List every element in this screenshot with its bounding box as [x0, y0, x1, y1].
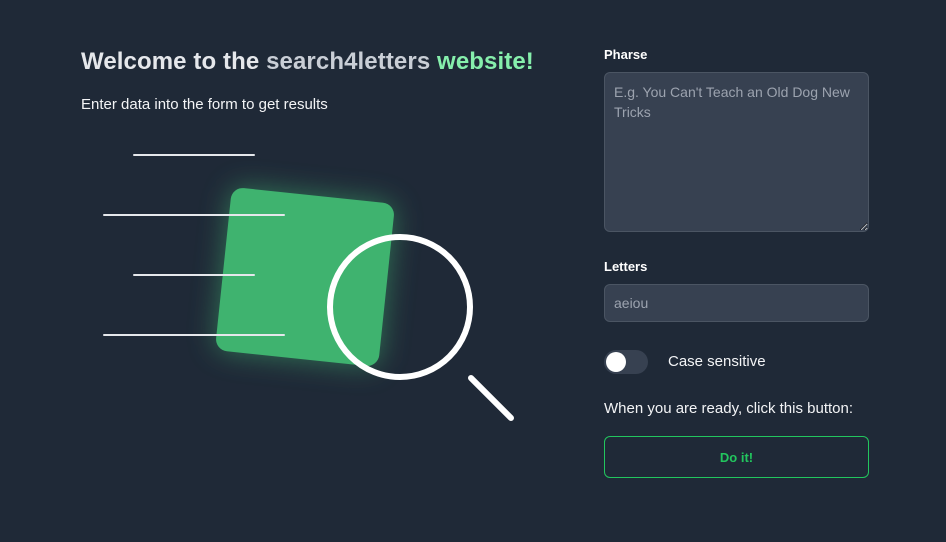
page-subtitle: Enter data into the form to get results — [81, 96, 328, 113]
page: Welcome to the search4letters website! E… — [0, 0, 946, 542]
phrase-label: Pharse — [604, 47, 648, 62]
title-accent: website! — [430, 48, 534, 75]
search-document-illustration — [90, 135, 530, 435]
do-it-button[interactable]: Do it! — [604, 436, 869, 478]
case-sensitive-label: Case sensitive — [668, 353, 766, 370]
page-title: Welcome to the search4letters website! — [81, 47, 534, 77]
letters-label: Letters — [604, 259, 648, 274]
phrase-textarea[interactable] — [604, 72, 869, 232]
letters-input[interactable] — [604, 284, 869, 322]
document-card — [216, 188, 394, 366]
title-prefix: Welcome to the — [81, 48, 267, 75]
case-sensitive-toggle[interactable] — [604, 350, 648, 374]
ready-instruction: When you are ready, click this button: — [604, 400, 854, 417]
search-illustration-svg — [103, 154, 514, 421]
toggle-knob — [606, 352, 626, 372]
title-site-name: search4letters — [266, 48, 431, 75]
